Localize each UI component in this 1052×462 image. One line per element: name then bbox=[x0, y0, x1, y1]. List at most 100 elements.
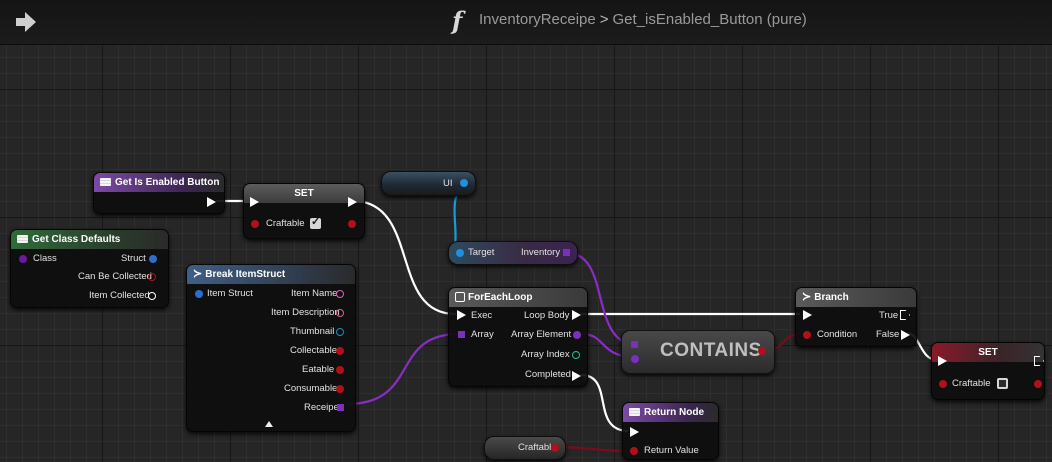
struct-out-pin[interactable] bbox=[573, 331, 581, 339]
craftable-pin-label: Craftable bbox=[266, 218, 305, 229]
eatable-label: Eatable bbox=[302, 364, 335, 375]
entry-node[interactable]: Get Is Enabled Button bbox=[93, 172, 225, 214]
branch-title: Branch bbox=[814, 292, 849, 303]
array-out-pin[interactable] bbox=[563, 249, 570, 256]
return-node-header: Return Node bbox=[623, 403, 718, 422]
set-craftable-false-node[interactable]: SET Craftable bbox=[931, 342, 1045, 400]
contains-node[interactable]: CONTAINS bbox=[621, 330, 775, 374]
item-struct-pin-label: Item Struct bbox=[207, 288, 253, 299]
exec-wire bbox=[355, 199, 457, 316]
string-out-pin[interactable] bbox=[336, 290, 344, 298]
bool-out-pin[interactable] bbox=[336, 385, 344, 393]
exec-out-pin[interactable] bbox=[901, 330, 910, 340]
bool-in-pin[interactable] bbox=[630, 447, 638, 455]
integer-out-pin[interactable] bbox=[572, 351, 580, 359]
foreach-header: ForEachLoop bbox=[449, 288, 587, 307]
item-in-pin[interactable] bbox=[631, 355, 639, 363]
bool-out-pin[interactable] bbox=[336, 366, 344, 374]
struct-out-pin[interactable] bbox=[149, 255, 157, 263]
break-struct-header: ≻ Break ItemStruct bbox=[187, 265, 355, 284]
struct-in-pin[interactable] bbox=[195, 290, 203, 298]
blueprint-graph-canvas[interactable]: f InventoryReceipe > Get_isEnabled_Button … bbox=[0, 0, 1052, 462]
expand-pins-icon[interactable] bbox=[265, 421, 273, 427]
bool-out-pin[interactable] bbox=[148, 292, 156, 300]
bool-out-pin[interactable] bbox=[336, 347, 344, 355]
bool-out-pin[interactable] bbox=[758, 347, 766, 355]
collectable-label: Collectable bbox=[290, 345, 337, 356]
condition-pin-label: Condition bbox=[817, 329, 858, 340]
entry-node-header: Get Is Enabled Button bbox=[94, 173, 224, 192]
craftable-pin-label: Craftable bbox=[952, 378, 991, 389]
condition-in-pin[interactable] bbox=[803, 331, 811, 339]
set-node-header: SET bbox=[244, 184, 364, 203]
ui-variable-label: UI bbox=[443, 178, 453, 189]
false-pin-label: False bbox=[876, 329, 900, 340]
bool-in-pin[interactable] bbox=[251, 220, 259, 228]
exec-in-pin[interactable] bbox=[457, 310, 466, 320]
bool-out-pin[interactable] bbox=[1034, 380, 1042, 388]
target-pin-label: Target bbox=[468, 247, 495, 258]
set-node-title: SET bbox=[294, 188, 314, 199]
exec-in-pin[interactable] bbox=[803, 310, 812, 320]
function-node-icon bbox=[629, 408, 640, 417]
can-be-collected-label: Can Be Collected bbox=[78, 271, 152, 282]
get-class-defaults-node[interactable]: Get Class Defaults Class Struct Can Be C… bbox=[10, 229, 169, 308]
true-pin-label: True bbox=[879, 310, 899, 321]
break-struct-title: Break ItemStruct bbox=[205, 269, 286, 280]
target-in-pin[interactable] bbox=[456, 249, 464, 257]
array-out-pin[interactable] bbox=[337, 404, 344, 411]
set-craftable-node[interactable]: SET Craftable bbox=[243, 183, 365, 239]
function-node-icon bbox=[100, 178, 111, 187]
bool-wire bbox=[554, 445, 631, 453]
exec-in-pin[interactable] bbox=[938, 356, 947, 366]
class-defaults-header: Get Class Defaults bbox=[11, 230, 168, 249]
class-pin-label: Class bbox=[33, 253, 57, 264]
receipe-label: Receipe bbox=[304, 402, 339, 413]
branch-node[interactable]: ≻ Branch True Condition False bbox=[795, 287, 917, 347]
branch-header: ≻ Branch bbox=[796, 288, 916, 307]
item-collected-label: Item Collected bbox=[89, 290, 150, 301]
exec-out-pin[interactable] bbox=[572, 310, 581, 320]
ui-variable-node[interactable]: UI bbox=[381, 171, 476, 196]
thumbnail-label: Thumbnail bbox=[290, 326, 335, 337]
item-name-label: Item Name bbox=[291, 288, 338, 299]
array-element-label: Array Element bbox=[511, 329, 572, 340]
break-itemstruct-node[interactable]: ≻ Break ItemStruct Item Struct Item Name … bbox=[186, 264, 356, 432]
exec-out-pin[interactable] bbox=[348, 197, 357, 207]
array-wire bbox=[346, 332, 460, 406]
bool-out-pin[interactable] bbox=[551, 444, 559, 452]
exec-out-pin[interactable] bbox=[900, 310, 910, 320]
exec-in-pin[interactable] bbox=[630, 427, 639, 437]
consumable-label: Consumable bbox=[284, 383, 338, 394]
array-in-pin[interactable] bbox=[458, 331, 465, 338]
struct-pin-label: Struct bbox=[121, 253, 146, 264]
texture-out-pin[interactable] bbox=[336, 328, 344, 336]
exec-in-pin[interactable] bbox=[250, 197, 259, 207]
bool-out-pin[interactable] bbox=[148, 273, 156, 281]
array-in-pin[interactable] bbox=[631, 341, 638, 348]
exec-out-pin[interactable] bbox=[207, 197, 216, 207]
entry-node-title: Get Is Enabled Button bbox=[115, 177, 220, 188]
inventory-getter-node[interactable]: Target Inventory bbox=[448, 241, 578, 265]
craftable-checkbox[interactable] bbox=[310, 215, 321, 229]
foreach-title: ForEachLoop bbox=[468, 292, 533, 303]
branch-icon: ≻ bbox=[802, 291, 812, 303]
bool-out-pin[interactable] bbox=[348, 220, 356, 228]
return-node-title: Return Node bbox=[644, 407, 704, 418]
function-node-icon bbox=[17, 235, 28, 244]
text-out-pin[interactable] bbox=[336, 309, 344, 317]
craftable-checkbox[interactable] bbox=[997, 378, 1008, 389]
item-description-label: Item Description bbox=[271, 307, 340, 318]
bool-in-pin[interactable] bbox=[939, 380, 947, 388]
exec-wire bbox=[580, 373, 629, 433]
loop-icon bbox=[455, 292, 465, 303]
craftable-variable-node[interactable]: Craftable bbox=[484, 436, 566, 460]
inventory-pin-label: Inventory bbox=[521, 247, 561, 258]
class-in-pin[interactable] bbox=[19, 255, 27, 263]
return-node[interactable]: Return Node Return Value bbox=[622, 402, 719, 460]
set-node-title: SET bbox=[978, 347, 998, 358]
foreach-loop-node[interactable]: ForEachLoop Exec Array Loop Body Array E… bbox=[448, 287, 588, 387]
completed-label: Completed bbox=[525, 369, 571, 380]
exec-out-pin[interactable] bbox=[572, 371, 581, 381]
object-out-pin[interactable] bbox=[460, 179, 468, 187]
